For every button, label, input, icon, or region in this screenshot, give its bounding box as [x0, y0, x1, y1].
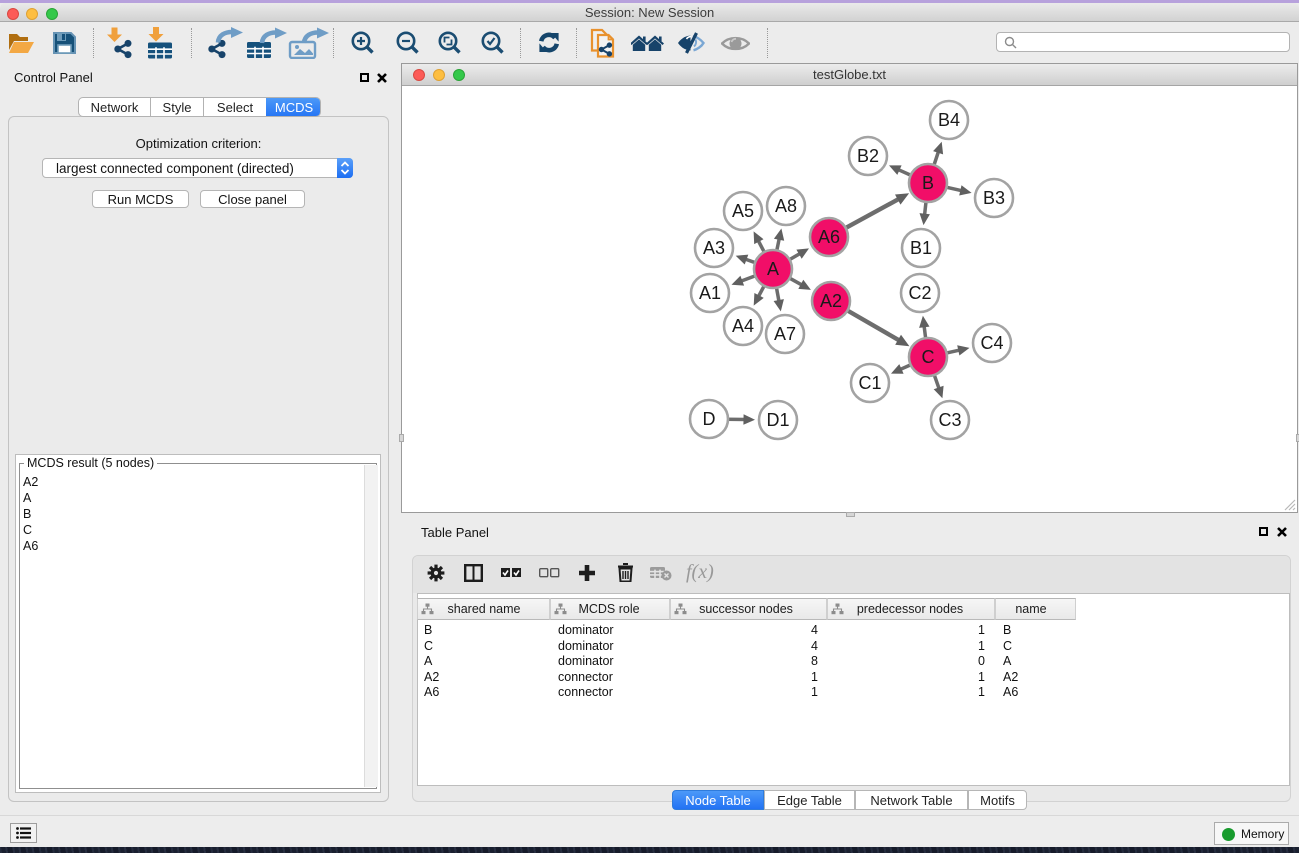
svg-text:D: D — [703, 409, 716, 429]
svg-text:A6: A6 — [818, 227, 840, 247]
svg-text:A5: A5 — [732, 201, 754, 221]
svg-text:A: A — [767, 259, 779, 279]
svg-text:D1: D1 — [766, 410, 789, 430]
svg-text:B: B — [922, 173, 934, 193]
svg-text:A2: A2 — [820, 291, 842, 311]
svg-text:A7: A7 — [774, 324, 796, 344]
svg-text:C3: C3 — [938, 410, 961, 430]
svg-text:A4: A4 — [732, 316, 754, 336]
svg-text:A3: A3 — [703, 238, 725, 258]
svg-text:B4: B4 — [938, 110, 960, 130]
svg-text:C4: C4 — [980, 333, 1003, 353]
svg-text:C1: C1 — [858, 373, 881, 393]
svg-text:C: C — [922, 347, 935, 367]
svg-text:A8: A8 — [775, 196, 797, 216]
svg-text:A1: A1 — [699, 283, 721, 303]
svg-text:B3: B3 — [983, 188, 1005, 208]
svg-text:C2: C2 — [908, 283, 931, 303]
svg-text:B2: B2 — [857, 146, 879, 166]
svg-text:B1: B1 — [910, 238, 932, 258]
